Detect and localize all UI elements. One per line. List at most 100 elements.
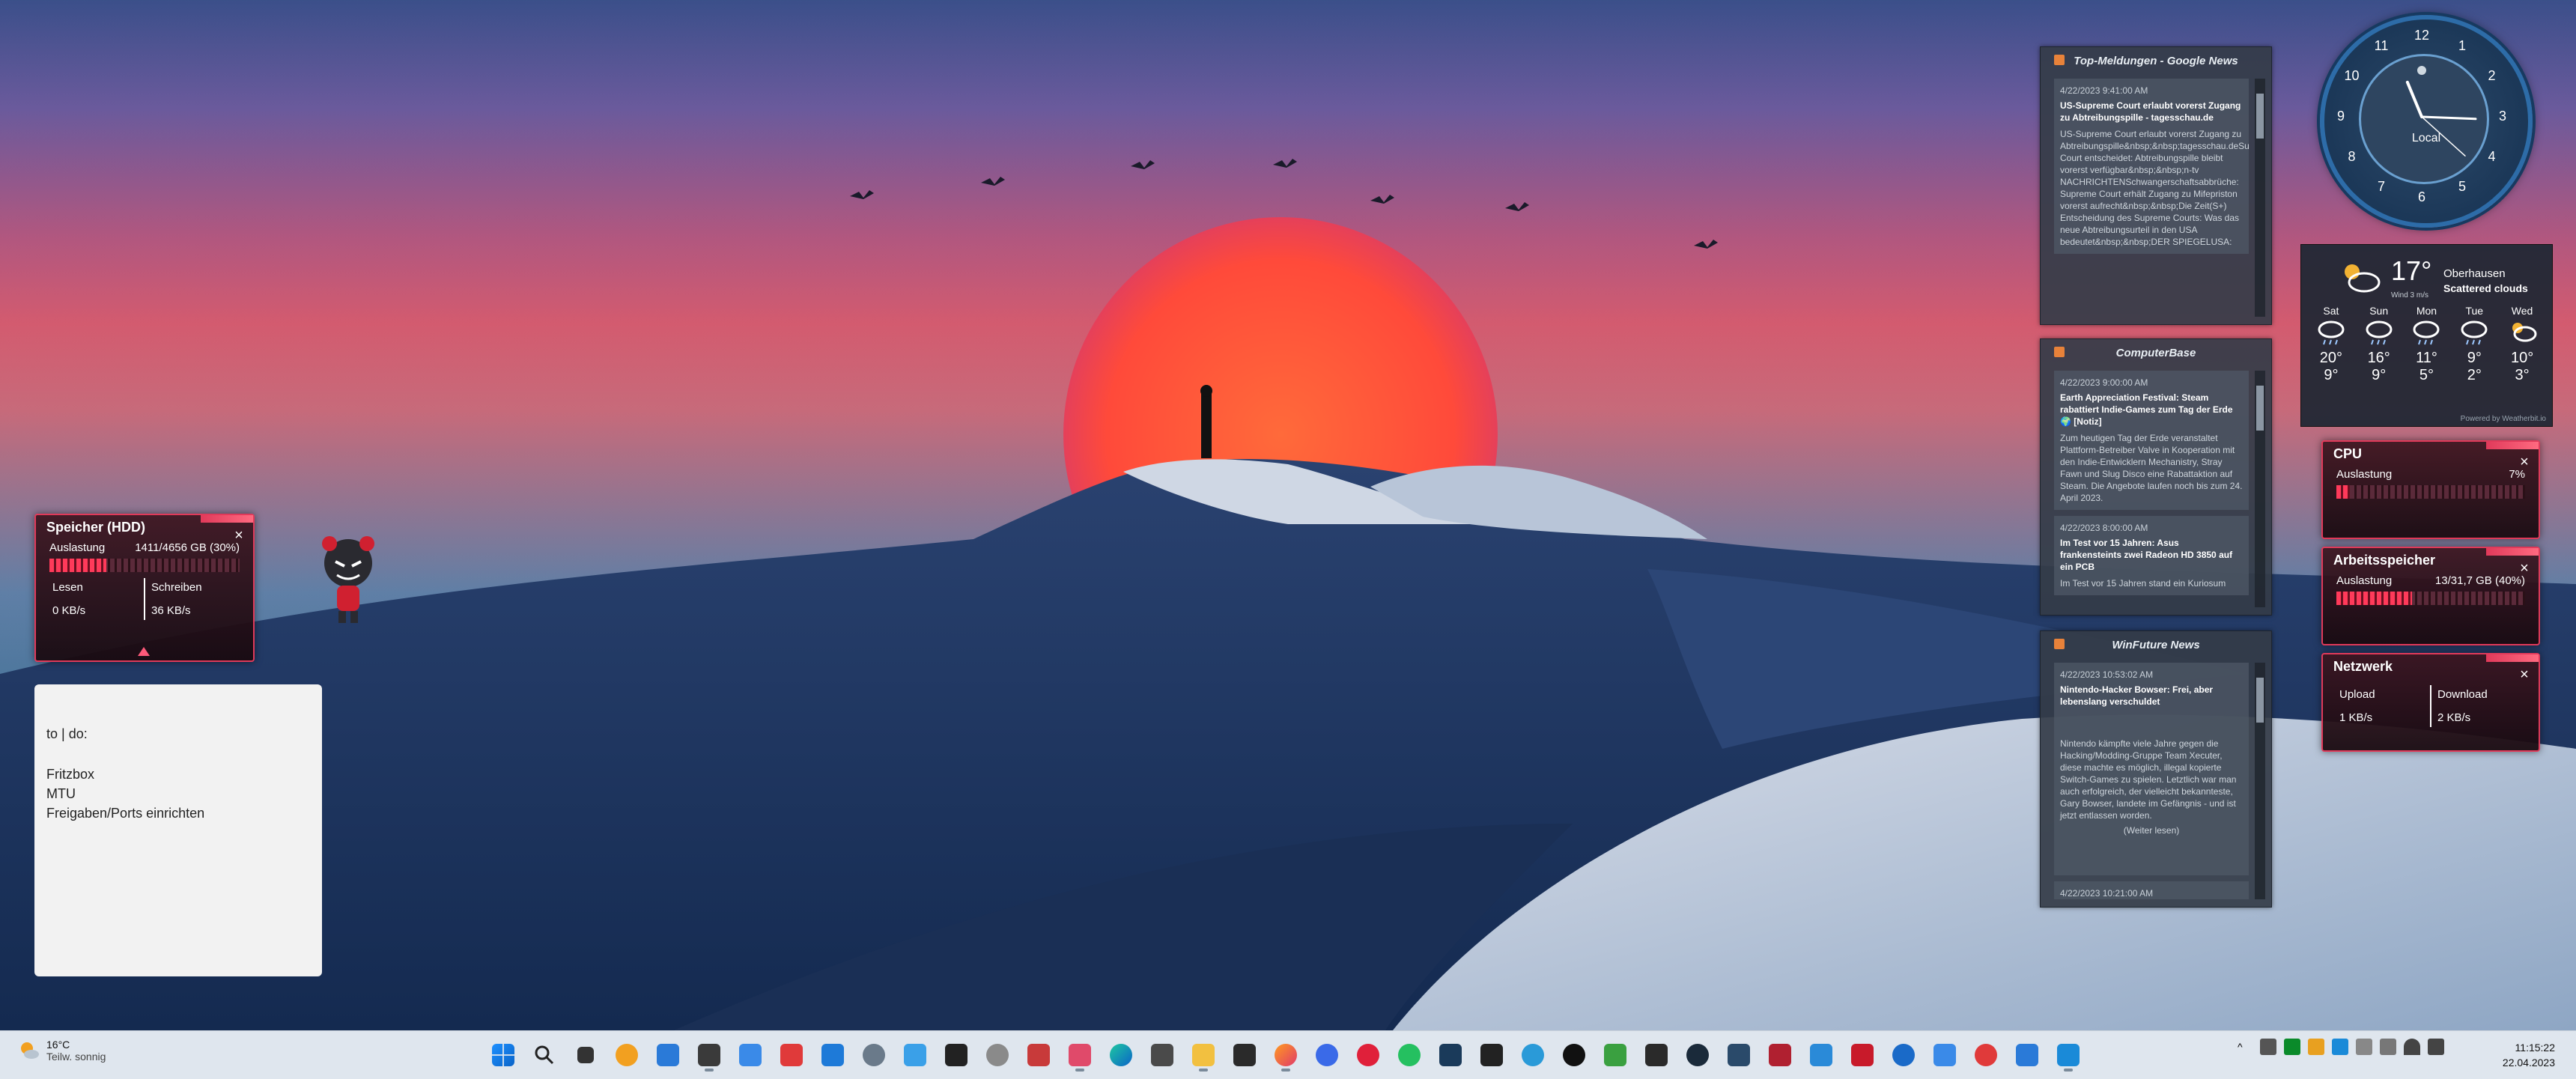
- close-icon[interactable]: ×: [2518, 667, 2531, 682]
- rss-item-date: 4/22/2023 10:53:02 AM: [2060, 669, 2154, 680]
- weather-gadget[interactable]: 17° Wind 3 m/s Oberhausen Scattered clou…: [2300, 244, 2553, 427]
- clock-number: 4: [2488, 149, 2496, 164]
- start-icon[interactable]: [487, 1039, 520, 1072]
- rss-body: 4/22/2023 9:00:00 AM Earth Appreciation …: [2054, 371, 2249, 607]
- app-icon[interactable]: [1310, 1039, 1343, 1072]
- weather-credit: Powered by Weatherbit.io: [2460, 415, 2546, 423]
- rss-item[interactable]: 4/22/2023 9:00:00 AM Earth Appreciation …: [2054, 371, 2249, 510]
- search-icon[interactable]: [528, 1039, 561, 1072]
- rss-body: 4/22/2023 9:41:00 AM US-Supreme Court er…: [2054, 79, 2249, 317]
- rss-item-headline[interactable]: Earth Appreciation Festival: Steam rabat…: [2060, 392, 2243, 428]
- settings-icon[interactable]: [857, 1039, 890, 1072]
- rss-item[interactable]: 4/22/2023 9:41:00 AM US-Supreme Court er…: [2054, 79, 2249, 254]
- app-icon[interactable]: [1228, 1039, 1261, 1072]
- taskbar-date: 22.04.2023: [2502, 1057, 2555, 1069]
- rss-title[interactable]: Top-Meldungen - Google News: [2074, 55, 2238, 67]
- app-icon[interactable]: [1928, 1039, 1961, 1072]
- net-download-value: 2 KB/s: [2437, 711, 2471, 724]
- app-icon[interactable]: [1969, 1039, 2002, 1072]
- chevron-up-icon[interactable]: ^: [2238, 1041, 2250, 1053]
- terminal-icon[interactable]: [940, 1039, 973, 1072]
- app-icon[interactable]: [2011, 1039, 2044, 1072]
- net-upload-value: 1 KB/s: [2339, 711, 2373, 724]
- app-icon[interactable]: [1805, 1039, 1838, 1072]
- rss-item[interactable]: 4/22/2023 10:53:02 AM Nintendo-Hacker Bo…: [2054, 663, 2249, 875]
- task-view-icon[interactable]: [569, 1039, 602, 1072]
- app-icon[interactable]: [1434, 1039, 1467, 1072]
- gear-icon[interactable]: [981, 1039, 1014, 1072]
- close-icon[interactable]: ×: [2518, 561, 2531, 576]
- firefox-icon[interactable]: [1269, 1039, 1302, 1072]
- app-icon[interactable]: [1599, 1039, 1632, 1072]
- weather-city: Oberhausen: [2443, 267, 2506, 280]
- volume-icon[interactable]: [2428, 1039, 2444, 1055]
- app-icon[interactable]: [775, 1039, 808, 1072]
- rss-item[interactable]: 4/22/2023 8:00:00 AM Im Test vor 15 Jahr…: [2054, 516, 2249, 595]
- wifi-icon[interactable]: [2404, 1039, 2420, 1055]
- app-icon[interactable]: [651, 1039, 684, 1072]
- rss-item-headline[interactable]: Nintendo-Hacker Bowser: Frei, aber leben…: [2060, 684, 2243, 708]
- rss-item-headline[interactable]: Im Test vor 15 Jahren: Asus frankenstein…: [2060, 537, 2243, 573]
- whatsapp-icon[interactable]: [1393, 1039, 1426, 1072]
- rss-item-more-link[interactable]: (Weiter lesen): [2060, 824, 2243, 836]
- tiktok-icon[interactable]: [1558, 1039, 1591, 1072]
- tray-icon[interactable]: [2332, 1039, 2348, 1055]
- forecast-low: 2°: [2467, 367, 2482, 383]
- rss-icon: [2054, 639, 2065, 649]
- app-icon[interactable]: [610, 1039, 643, 1072]
- close-icon[interactable]: ×: [2518, 455, 2531, 469]
- tray-icon[interactable]: [2284, 1039, 2300, 1055]
- forecast-high: 16°: [2367, 350, 2390, 366]
- app-icon[interactable]: [1146, 1039, 1179, 1072]
- app-icon[interactable]: [693, 1039, 726, 1072]
- mascot-icon[interactable]: [315, 533, 382, 630]
- rain-cloud-icon: [2357, 317, 2402, 348]
- cpu-usage-row: Auslastung 7%: [2323, 466, 2539, 482]
- rss-title[interactable]: ComputerBase: [2116, 347, 2196, 359]
- analog-clock[interactable]: Local 12 1 2 3 4 5 6 7 8 9 10 11: [2320, 15, 2533, 228]
- net-io: Upload 1 KB/s Download 2 KB/s: [2333, 685, 2528, 727]
- ram-usage-fill: [2336, 592, 2412, 605]
- app-icon[interactable]: [816, 1039, 849, 1072]
- edge-icon[interactable]: [1105, 1039, 1137, 1072]
- opera-icon[interactable]: [1352, 1039, 1385, 1072]
- tray-icon[interactable]: [2308, 1039, 2324, 1055]
- sticky-note[interactable]: to | do: Fritzbox MTU Freigaben/Ports ei…: [34, 684, 322, 976]
- taskbar-clock[interactable]: 11:15:22 22.04.2023: [2503, 1040, 2555, 1070]
- snipping-tool-icon[interactable]: [1063, 1039, 1096, 1072]
- keyboard-icon[interactable]: [2380, 1039, 2396, 1055]
- rss-item-summary: Nintendo kämpfte viele Jahre gegen die H…: [2060, 738, 2237, 821]
- file-explorer-icon[interactable]: [1187, 1039, 1220, 1072]
- forecast-high: 20°: [2319, 350, 2343, 366]
- app-icon[interactable]: [1764, 1039, 1796, 1072]
- app-icon[interactable]: [1722, 1039, 1755, 1072]
- app-icon[interactable]: [1516, 1039, 1549, 1072]
- app-icon[interactable]: [899, 1039, 932, 1072]
- plex-icon[interactable]: [1475, 1039, 1508, 1072]
- taskbar-weather[interactable]: 16°C Teilw. sonnig: [18, 1039, 106, 1063]
- rss-item-date: 4/22/2023 9:41:00 AM: [2060, 85, 2148, 96]
- forecast-day: Mon 11° 5°: [2404, 305, 2449, 384]
- clock-number: 5: [2458, 178, 2466, 194]
- gear-icon[interactable]: [1887, 1039, 1920, 1072]
- tray-icon[interactable]: [2260, 1039, 2276, 1055]
- hdd-write-label: Schreiben: [151, 581, 202, 594]
- tray-icon[interactable]: [2356, 1039, 2372, 1055]
- rss-item[interactable]: 4/22/2023 10:21:00 AM: [2054, 881, 2249, 899]
- app-icon[interactable]: [2052, 1039, 2085, 1072]
- app-icon[interactable]: [1022, 1039, 1055, 1072]
- close-icon[interactable]: ×: [232, 528, 246, 543]
- steam-icon[interactable]: [1681, 1039, 1714, 1072]
- app-icon[interactable]: [734, 1039, 767, 1072]
- app-icon[interactable]: [1846, 1039, 1879, 1072]
- rss-item-headline[interactable]: US-Supreme Court erlaubt vorerst Zugang …: [2060, 100, 2243, 124]
- rss-scrollbar[interactable]: [2255, 371, 2265, 607]
- rss-scrollbar[interactable]: [2255, 79, 2265, 317]
- rss-title[interactable]: WinFuture News: [2112, 639, 2199, 651]
- rss-item-summary: Zum heutigen Tag der Erde veranstaltet P…: [2060, 433, 2243, 503]
- app-icon[interactable]: [1640, 1039, 1673, 1072]
- hdd-io: Lesen 0 KB/s Schreiben 36 KB/s: [46, 578, 243, 620]
- rss-scrollbar[interactable]: [2255, 663, 2265, 899]
- taskbar-weather-temp: 16°C: [46, 1039, 70, 1051]
- rss-gadget-winfuture: WinFuture News 4/22/2023 10:53:02 AM Nin…: [2040, 630, 2272, 908]
